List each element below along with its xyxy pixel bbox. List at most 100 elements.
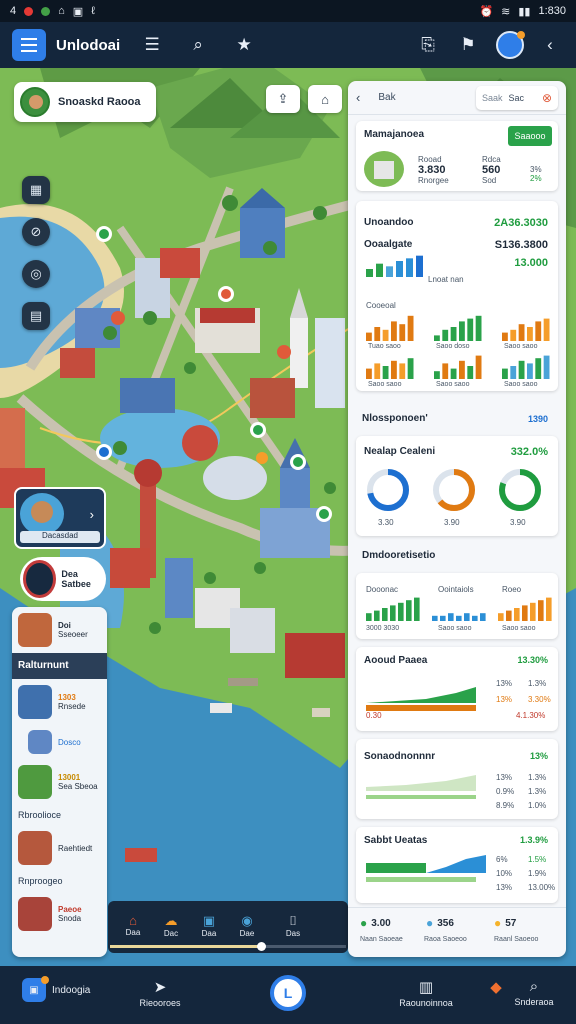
trend-bars-blue <box>432 613 486 621</box>
dashboard-search-input[interactable]: Saak Sac ⊗ <box>476 85 558 110</box>
nav-center-button[interactable]: L <box>270 975 306 1011</box>
area-row-b: 1.0% <box>528 801 547 810</box>
bar <box>382 329 389 341</box>
trend-bars-green <box>366 597 420 621</box>
mini-item-3[interactable]: ▣ Daa <box>196 913 222 938</box>
metrics-group-label: Cooeoal <box>366 301 396 310</box>
bar <box>472 615 478 621</box>
character-chip-label: Dea Satbee <box>61 569 91 589</box>
donut-charts <box>367 469 541 511</box>
nav-item-label: Raounoinnoa <box>399 998 453 1008</box>
area-card-value: 13.30% <box>517 655 548 665</box>
chart-caption: Saoo saoo <box>504 343 538 350</box>
link-icon[interactable]: ⊘ <box>22 218 50 246</box>
back-arrow-icon[interactable]: ‹ <box>356 90 360 105</box>
bar <box>518 324 525 341</box>
nav-item-1[interactable]: ➤ Rieooroes <box>130 978 190 1008</box>
nav-item-2[interactable]: ▥ Raounoinnoa <box>396 978 456 1008</box>
status-bar: 4 ⌂ ▣ ℓ ⏰ ≋ ▮▮ 1:830 <box>0 0 576 22</box>
timeline-slider-fill <box>110 945 262 948</box>
list-item[interactable]: Dosco <box>12 725 107 759</box>
back-chevron-icon[interactable]: ‹ <box>536 31 564 59</box>
search-icon[interactable]: ⌕ <box>184 31 212 59</box>
menu-button[interactable] <box>12 29 46 61</box>
bar <box>366 332 372 341</box>
list-item-sub: Dosco <box>58 737 81 747</box>
footer-stat-3[interactable]: ● 57 <box>494 916 516 930</box>
timeline-slider[interactable] <box>110 942 346 951</box>
tag-icon[interactable]: ⌂ <box>308 85 342 113</box>
location-chip[interactable]: Snoaskd Raooa <box>14 82 156 122</box>
area-row-a: 6% <box>496 855 508 864</box>
area-row-b: 1.9% <box>528 869 547 878</box>
back-label[interactable]: Bak <box>378 92 395 103</box>
list-item-thumbnail <box>18 765 52 799</box>
list-item[interactable]: Raehtiedt <box>12 825 107 871</box>
cloud-icon: ☁ <box>164 913 178 928</box>
mini-bar-chart-c <box>502 318 550 341</box>
area-row-a: 13% <box>496 679 513 688</box>
calendar-icon[interactable]: ▤ <box>22 302 50 330</box>
bar <box>450 327 457 341</box>
list-item-sub: Snoda <box>58 914 82 923</box>
dashboard-header: ‹ Bak Saak Sac ⊗ <box>348 81 566 115</box>
mini-item-label: Daa <box>125 928 141 937</box>
footer-stat-value: 356 <box>437 917 454 929</box>
metrics-sub-title: Ooaalgate <box>364 239 413 250</box>
bar <box>475 355 482 379</box>
layers-icon[interactable]: ▦ <box>22 176 50 204</box>
upload-icon[interactable]: ⇪ <box>266 85 300 113</box>
chart-caption: Tuao saoo <box>368 343 401 350</box>
mini-item-2[interactable]: ☁ Dac <box>158 913 184 938</box>
character-chip-avatar <box>23 560 57 598</box>
bar <box>527 327 533 341</box>
footer-stat-2[interactable]: ● 356 <box>426 916 454 930</box>
app-logo-icon: ▣ <box>22 976 49 1002</box>
bar <box>448 613 454 621</box>
bar <box>502 332 508 341</box>
alarm-icon: ⏰ <box>479 5 494 18</box>
bar <box>530 602 536 621</box>
character-card[interactable]: › Dacasdad <box>14 487 106 549</box>
compass-icon[interactable]: ◎ <box>22 260 50 288</box>
mini-item-4[interactable]: ◉ Dae <box>234 913 260 938</box>
bar <box>376 263 383 277</box>
notification-dot-green <box>41 6 51 16</box>
summary-card-button[interactable]: Saaooo <box>508 126 552 146</box>
clear-search-icon[interactable]: ⊗ <box>542 91 552 105</box>
bar <box>440 615 446 621</box>
chart-caption: Saoo saoo <box>436 381 470 388</box>
mini-item-1[interactable]: ⌂ Daa <box>120 913 146 937</box>
share-icon[interactable]: ⎘ <box>414 31 442 59</box>
footer-stat-value: 57 <box>505 917 517 929</box>
mini-bar-chart-a <box>366 315 414 341</box>
app-title: Unlodoai <box>56 36 121 54</box>
list-item[interactable]: Doi Sseoeer <box>12 607 107 653</box>
footer-stat-label: Naan Saoeae <box>360 936 403 943</box>
character-card-label: Dacasdad <box>20 531 100 543</box>
status-glyph-1: 4 <box>10 5 17 17</box>
flag-icon[interactable]: ⚑ <box>454 31 482 59</box>
character-chip[interactable]: Dea Satbee <box>20 557 106 601</box>
nav-item-4[interactable]: ⌕ Snderaoa <box>504 978 564 1007</box>
bar <box>414 597 420 621</box>
metrics-note: Lnoat nan <box>428 275 464 284</box>
stat-col-2: Rdca 560 Sod <box>482 155 501 185</box>
timeline-slider-knob[interactable] <box>257 942 267 951</box>
star-icon[interactable]: ★ <box>230 31 258 59</box>
door-icon: ⌷ <box>289 913 297 928</box>
area-chart-green <box>366 687 476 711</box>
list-icon[interactable]: ☰ <box>138 31 166 59</box>
mini-item-5[interactable]: ⌷ Das <box>280 913 306 938</box>
search-placeholder: Saak <box>482 92 503 103</box>
footer-stat-1[interactable]: ● 3.00 <box>360 916 391 930</box>
bar <box>407 315 414 341</box>
bar <box>386 266 393 277</box>
building-icon: ▣ <box>202 913 216 928</box>
profile-avatar[interactable] <box>496 31 525 59</box>
list-item[interactable]: 1303 Rnsede <box>12 679 107 725</box>
list-item[interactable]: 13001 Sea Sbeoa <box>12 759 107 805</box>
nav-home[interactable]: ▣ Indoogia <box>22 976 90 1002</box>
list-item[interactable]: Paeoe Snoda <box>12 891 107 937</box>
bar <box>480 613 486 621</box>
